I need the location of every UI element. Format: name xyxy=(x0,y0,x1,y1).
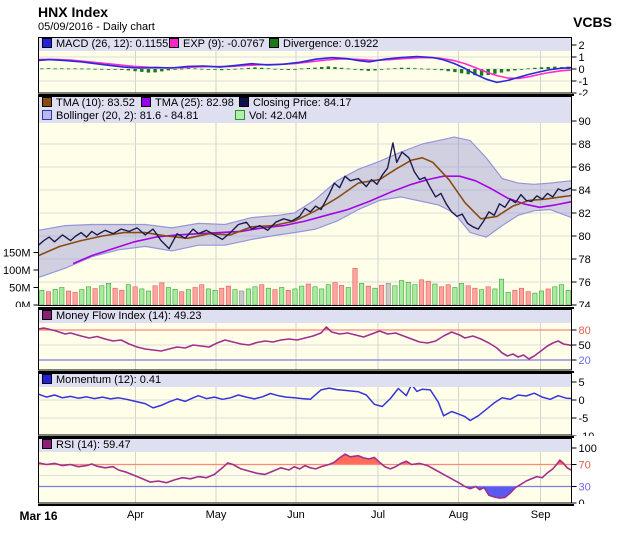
legend-swatch-icon xyxy=(239,97,249,107)
legend-swatch-icon xyxy=(42,374,52,384)
svg-text:78: 78 xyxy=(579,254,591,266)
legend-item: Momentum (12): 0.41 xyxy=(42,374,161,387)
x-axis-label: Sep xyxy=(531,509,551,521)
legend-swatch-icon xyxy=(42,97,52,107)
price-legend-row1: TMA (10): 83.52 TMA (25): 82.98 Closing Pr… xyxy=(39,97,571,110)
price-panel: 90 88 86 84 82 80 78 76 74 150M 100M 50M 0M xyxy=(0,96,620,307)
legend-swatch-icon xyxy=(42,310,52,320)
legend-label: Bollinger (20, 2): 81.6 - 84.81 xyxy=(56,110,198,122)
legend-item: Bollinger (20, 2): 81.6 - 84.81 xyxy=(42,110,198,123)
svg-text:5: 5 xyxy=(579,377,585,389)
svg-text:90: 90 xyxy=(579,116,591,128)
macd-legend: MACD (26, 12): 0.1155 EXP (9): -0.0767 Div… xyxy=(39,38,571,51)
svg-text:84: 84 xyxy=(579,185,591,197)
x-axis-label: Aug xyxy=(449,509,469,521)
legend-swatch-icon xyxy=(42,110,52,120)
svg-text:80: 80 xyxy=(579,231,591,243)
legend-item: Money Flow Index (14): 49.23 xyxy=(42,310,202,323)
svg-text:0: 0 xyxy=(579,395,585,407)
chart-subtitle: 05/09/2016 - Daily chart xyxy=(38,21,155,33)
legend-swatch-icon xyxy=(169,38,179,48)
svg-text:82: 82 xyxy=(579,208,591,220)
legend-label: MACD (26, 12): 0.1155 xyxy=(56,38,168,50)
x-axis-label: Apr xyxy=(127,509,144,521)
svg-text:20: 20 xyxy=(579,355,591,367)
svg-text:86: 86 xyxy=(579,162,591,174)
legend-swatch-icon xyxy=(42,38,52,48)
svg-text:100: 100 xyxy=(579,443,597,455)
legend-swatch-icon xyxy=(141,97,151,107)
legend-label: Money Flow Index (14): 49.23 xyxy=(56,310,202,322)
brand-logo: VCBS xyxy=(573,14,612,30)
svg-text:-5: -5 xyxy=(579,413,589,425)
legend-item: Closing Price: 84.17 xyxy=(239,97,351,110)
svg-text:88: 88 xyxy=(579,139,591,151)
legend-swatch-icon xyxy=(235,110,245,120)
page-title: HNX Index xyxy=(38,4,108,20)
legend-item: TMA (10): 83.52 xyxy=(42,97,135,110)
svg-text:1: 1 xyxy=(579,52,585,64)
legend-item: RSI (14): 59.47 xyxy=(42,439,131,452)
legend-label: EXP (9): -0.0767 xyxy=(183,38,265,50)
x-axis-line xyxy=(38,504,574,506)
legend-item: MACD (26, 12): 0.1155 xyxy=(42,38,168,51)
x-axis-label: Jun xyxy=(287,509,305,521)
legend-label: Vol: 42.04M xyxy=(249,110,307,122)
legend-item: Vol: 42.04M xyxy=(235,110,307,123)
legend-item: Divergence: 0.1922 xyxy=(269,38,378,51)
svg-text:-10: -10 xyxy=(579,431,595,436)
svg-text:2: 2 xyxy=(579,40,585,52)
svg-text:50: 50 xyxy=(579,340,591,352)
legend-swatch-icon xyxy=(42,439,52,449)
svg-text:0: 0 xyxy=(579,64,585,76)
svg-text:74: 74 xyxy=(579,300,591,307)
svg-text:100M: 100M xyxy=(3,265,31,277)
svg-text:70: 70 xyxy=(579,460,591,472)
hnx-stock-chart: HNX Index 05/09/2016 - Daily chart VCBS … xyxy=(0,0,620,535)
svg-text:-2: -2 xyxy=(579,88,589,96)
x-axis-label: Jul xyxy=(371,509,385,521)
svg-text:0: 0 xyxy=(579,498,585,504)
x-axis-label: Mar 16 xyxy=(19,509,57,523)
mfi-legend: Money Flow Index (14): 49.23 xyxy=(39,310,571,323)
legend-swatch-icon xyxy=(269,38,279,48)
svg-text:30: 30 xyxy=(579,482,591,494)
svg-text:0M: 0M xyxy=(15,300,30,307)
legend-label: Divergence: 0.1922 xyxy=(283,38,378,50)
legend-label: TMA (25): 82.98 xyxy=(155,97,234,109)
x-axis-label: May xyxy=(206,509,227,521)
rsi-legend: RSI (14): 59.47 xyxy=(39,439,571,452)
svg-text:150M: 150M xyxy=(3,248,31,260)
legend-label: RSI (14): 59.47 xyxy=(56,439,131,451)
svg-text:80: 80 xyxy=(579,325,591,337)
momentum-legend: Momentum (12): 0.41 xyxy=(39,374,571,387)
svg-text:76: 76 xyxy=(579,277,591,289)
legend-label: Closing Price: 84.17 xyxy=(253,97,351,109)
svg-text:50M: 50M xyxy=(9,283,30,295)
price-legend-row2: Bollinger (20, 2): 81.6 - 84.81 Vol: 42.0… xyxy=(39,110,571,123)
legend-label: TMA (10): 83.52 xyxy=(56,97,135,109)
legend-item: EXP (9): -0.0767 xyxy=(169,38,265,51)
legend-item: TMA (25): 82.98 xyxy=(141,97,234,110)
legend-label: Momentum (12): 0.41 xyxy=(56,374,161,386)
svg-text:-1: -1 xyxy=(579,76,589,88)
